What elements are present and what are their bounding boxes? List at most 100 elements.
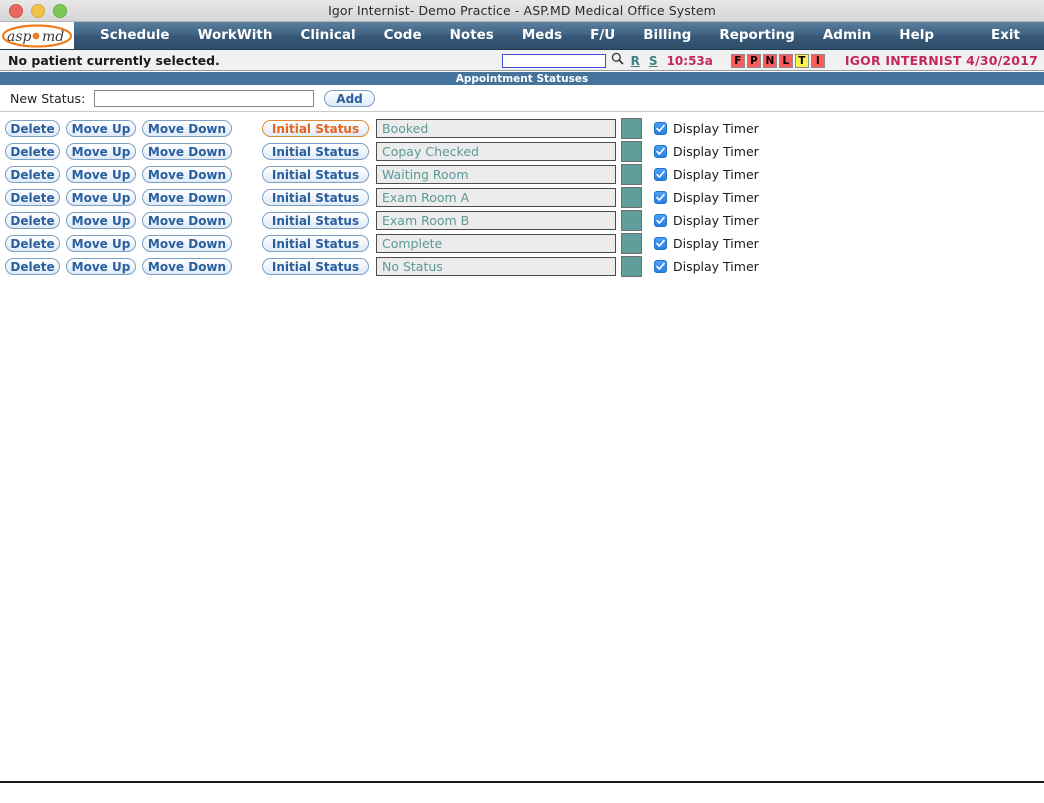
display-timer-label: Display Timer <box>673 190 759 205</box>
status-badge-t[interactable]: T <box>794 53 809 68</box>
initial-status-button[interactable]: Initial Status <box>262 258 369 275</box>
delete-button[interactable]: Delete <box>5 120 60 137</box>
window-title: Igor Internist- Demo Practice - ASP.MD M… <box>328 3 716 18</box>
status-name-input[interactable] <box>376 142 616 161</box>
initial-status-cell: Initial Status <box>262 120 372 137</box>
delete-button[interactable]: Delete <box>5 189 60 206</box>
display-timer-checkbox[interactable] <box>654 168 667 181</box>
status-name-input[interactable] <box>376 257 616 276</box>
main-navigation-bar: asp md Schedule WorkWith Clinical Code N… <box>0 22 1044 50</box>
status-badge-f[interactable]: F <box>730 53 745 68</box>
status-name-cell <box>376 119 616 138</box>
status-badge-l[interactable]: L <box>778 53 793 68</box>
add-status-button[interactable]: Add <box>324 90 375 107</box>
patient-search-input[interactable] <box>501 53 606 68</box>
svg-text:asp: asp <box>7 29 32 45</box>
display-timer-cell: Display Timer <box>654 121 759 136</box>
main-content: New Status: Add Delete Move Up Move Down… <box>0 86 1044 783</box>
status-color-swatch[interactable] <box>621 210 642 231</box>
nav-item-notes[interactable]: Notes <box>436 22 508 49</box>
initial-status-button[interactable]: Initial Status <box>262 235 369 252</box>
window-controls <box>0 3 67 18</box>
status-name-input[interactable] <box>376 211 616 230</box>
status-badge-p[interactable]: P <box>746 53 761 68</box>
display-timer-cell: Display Timer <box>654 167 759 182</box>
minimize-window-icon[interactable] <box>31 3 45 18</box>
aspmd-logo[interactable]: asp md <box>0 22 74 49</box>
status-color-swatch[interactable] <box>621 164 642 185</box>
status-color-swatch[interactable] <box>621 233 642 254</box>
status-color-swatch[interactable] <box>621 256 642 277</box>
status-name-cell <box>376 142 616 161</box>
link-s[interactable]: S <box>649 54 658 68</box>
delete-button[interactable]: Delete <box>5 235 60 252</box>
nav-item-exit[interactable]: Exit <box>991 22 1034 49</box>
move-down-button[interactable]: Move Down <box>142 143 232 160</box>
nav-item-workwith[interactable]: WorkWith <box>184 22 287 49</box>
status-color-swatch[interactable] <box>621 141 642 162</box>
nav-item-code[interactable]: Code <box>370 22 436 49</box>
delete-button[interactable]: Delete <box>5 258 60 275</box>
nav-item-fu[interactable]: F/U <box>576 22 629 49</box>
display-timer-checkbox[interactable] <box>654 191 667 204</box>
move-up-button[interactable]: Move Up <box>66 235 136 252</box>
move-up-button[interactable]: Move Up <box>66 212 136 229</box>
checkmark-icon <box>656 124 665 132</box>
initial-status-button[interactable]: Initial Status <box>262 120 369 137</box>
delete-button[interactable]: Delete <box>5 166 60 183</box>
move-down-button[interactable]: Move Down <box>142 189 232 206</box>
move-down-button[interactable]: Move Down <box>142 120 232 137</box>
move-up-button[interactable]: Move Up <box>66 120 136 137</box>
status-color-swatch[interactable] <box>621 118 642 139</box>
display-timer-checkbox[interactable] <box>654 260 667 273</box>
move-down-button[interactable]: Move Down <box>142 212 232 229</box>
status-badge-i[interactable]: I <box>810 53 825 68</box>
delete-button[interactable]: Delete <box>5 212 60 229</box>
status-color-swatch[interactable] <box>621 187 642 208</box>
checkmark-icon <box>656 193 665 201</box>
display-timer-checkbox[interactable] <box>654 237 667 250</box>
display-timer-checkbox[interactable] <box>654 122 667 135</box>
initial-status-button[interactable]: Initial Status <box>262 189 369 206</box>
display-timer-checkbox[interactable] <box>654 145 667 158</box>
row-actions: Delete Move Up Move Down <box>0 189 262 206</box>
status-name-input[interactable] <box>376 165 616 184</box>
nav-item-admin[interactable]: Admin <box>809 22 885 49</box>
nav-item-billing[interactable]: Billing <box>629 22 705 49</box>
delete-button[interactable]: Delete <box>5 143 60 160</box>
initial-status-button[interactable]: Initial Status <box>262 166 369 183</box>
nav-item-schedule[interactable]: Schedule <box>86 22 184 49</box>
status-name-cell <box>376 188 616 207</box>
initial-status-button[interactable]: Initial Status <box>262 143 369 160</box>
move-down-button[interactable]: Move Down <box>142 258 232 275</box>
new-status-input[interactable] <box>94 90 315 107</box>
nav-item-reporting[interactable]: Reporting <box>705 22 809 49</box>
patient-bar-tools: R S 10:53a F P N L T I IGOR INTERNIST 4/… <box>501 50 1038 71</box>
checkmark-icon <box>656 262 665 270</box>
table-row: Delete Move Up Move Down Initial Status <box>0 140 1044 163</box>
link-r[interactable]: R <box>631 54 640 68</box>
move-down-button[interactable]: Move Down <box>142 235 232 252</box>
row-actions: Delete Move Up Move Down <box>0 212 262 229</box>
status-name-input[interactable] <box>376 234 616 253</box>
status-name-input[interactable] <box>376 188 616 207</box>
table-row: Delete Move Up Move Down Initial Status <box>0 209 1044 232</box>
nav-item-help[interactable]: Help <box>885 22 948 49</box>
row-actions: Delete Move Up Move Down <box>0 235 262 252</box>
maximize-window-icon[interactable] <box>53 3 67 18</box>
search-icon[interactable] <box>611 52 624 70</box>
move-down-button[interactable]: Move Down <box>142 166 232 183</box>
move-up-button[interactable]: Move Up <box>66 189 136 206</box>
display-timer-checkbox[interactable] <box>654 214 667 227</box>
application-window: Igor Internist- Demo Practice - ASP.MD M… <box>0 0 1044 803</box>
move-up-button[interactable]: Move Up <box>66 166 136 183</box>
status-name-input[interactable] <box>376 119 616 138</box>
status-badge-n[interactable]: N <box>762 53 777 68</box>
nav-item-meds[interactable]: Meds <box>508 22 576 49</box>
move-up-button[interactable]: Move Up <box>66 143 136 160</box>
nav-item-clinical[interactable]: Clinical <box>286 22 369 49</box>
close-window-icon[interactable] <box>9 3 23 18</box>
initial-status-button[interactable]: Initial Status <box>262 212 369 229</box>
move-up-button[interactable]: Move Up <box>66 258 136 275</box>
checkmark-icon <box>656 147 665 155</box>
